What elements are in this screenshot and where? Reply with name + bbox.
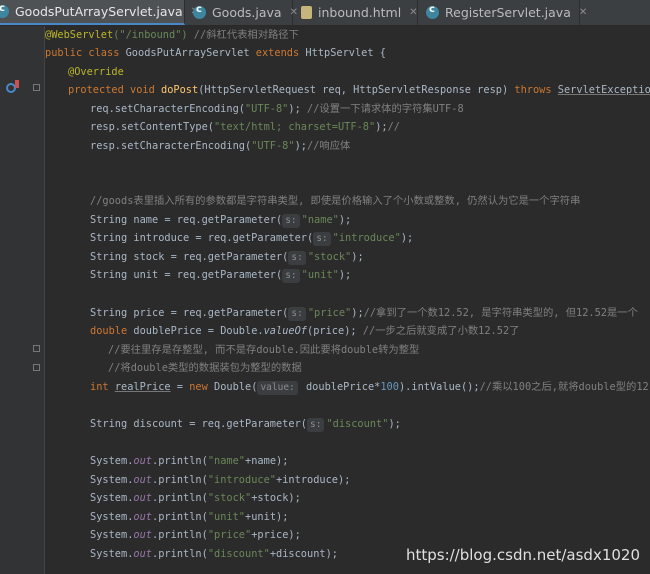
code-line: System.out.println("unit"+unit);	[90, 511, 289, 523]
java-class-icon	[0, 3, 9, 18]
code-line: System.out.println("stock"+stock);	[90, 492, 301, 504]
code-line: System.out.println("introduce"+introduce…	[90, 474, 351, 486]
code-line: String discount = req.getParameter(s: "di…	[90, 418, 401, 432]
code-line: //goods表里插入所有的参数都是字符串类型, 即使是价格输入了个小数或整数,…	[90, 195, 581, 207]
code-line: @WebServlet("/inbound") //斜杠代表相对路径下	[45, 29, 299, 41]
java-class-icon	[426, 4, 439, 19]
tab-label: GoodsPutArrayServlet.java	[15, 4, 183, 19]
tab-label: RegisterServlet.java	[445, 5, 571, 20]
tab-label: Goods.java	[212, 5, 282, 20]
tab-label: inbound.html	[318, 5, 402, 20]
close-icon[interactable]: ✕	[579, 7, 587, 18]
code-line: System.out.println("discount"+discount);	[90, 548, 339, 560]
code-line: String stock = req.getParameter(s: "stock…	[90, 251, 364, 265]
tab-registerservlet[interactable]: RegisterServlet.java ✕	[418, 0, 587, 25]
code-line: String name = req.getParameter(s: "name")…	[90, 214, 352, 228]
code-line: req.setCharacterEncoding("UTF-8"); //设置一…	[90, 103, 464, 115]
code-line: System.out.println("price"+price);	[90, 529, 301, 541]
code-line: int realPrice = new Double(value: double…	[90, 381, 650, 395]
code-line: @Override	[68, 66, 124, 78]
watermark: https://blog.csdn.net/asdx1020	[405, 546, 640, 564]
code-line: //要往里存是存整型, 而不是存double.因此要将double转为整型	[108, 344, 420, 356]
editor-tab-bar: GoodsPutArrayServlet.java ✕ Goods.java ✕…	[0, 0, 650, 26]
code-line: String introduce = req.getParameter(s: "i…	[90, 232, 414, 246]
code-line: protected void doPost(HttpServletRequest…	[68, 84, 650, 96]
tab-goodsputarrayservlet[interactable]: GoodsPutArrayServlet.java ✕	[0, 0, 199, 25]
code-line: resp.setContentType("text/html; charset=…	[90, 121, 400, 133]
code-editor[interactable]: @WebServlet("/inbound") //斜杠代表相对路径下 publ…	[0, 26, 650, 574]
close-icon[interactable]: ✕	[409, 7, 417, 18]
code-line: String unit = req.getParameter(s: "unit")…	[90, 269, 352, 283]
code-line: public class GoodsPutArrayServlet extend…	[45, 47, 386, 59]
html-file-icon	[301, 6, 312, 19]
code-line: String price = req.getParameter(s: "price…	[90, 307, 638, 321]
tab-goods-java[interactable]: Goods.java ✕	[185, 0, 298, 25]
code-line: //将double类型的数据装包为整型的数据	[108, 362, 302, 374]
code-line: double doublePrice = Double.valueOf(pric…	[90, 325, 520, 337]
code-line: System.out.println("name"+name);	[90, 455, 289, 467]
java-class-icon	[193, 4, 206, 19]
code-line: resp.setCharacterEncoding("UTF-8");//响应体	[90, 140, 351, 152]
tab-inbound-html[interactable]: inbound.html ✕	[293, 0, 418, 25]
